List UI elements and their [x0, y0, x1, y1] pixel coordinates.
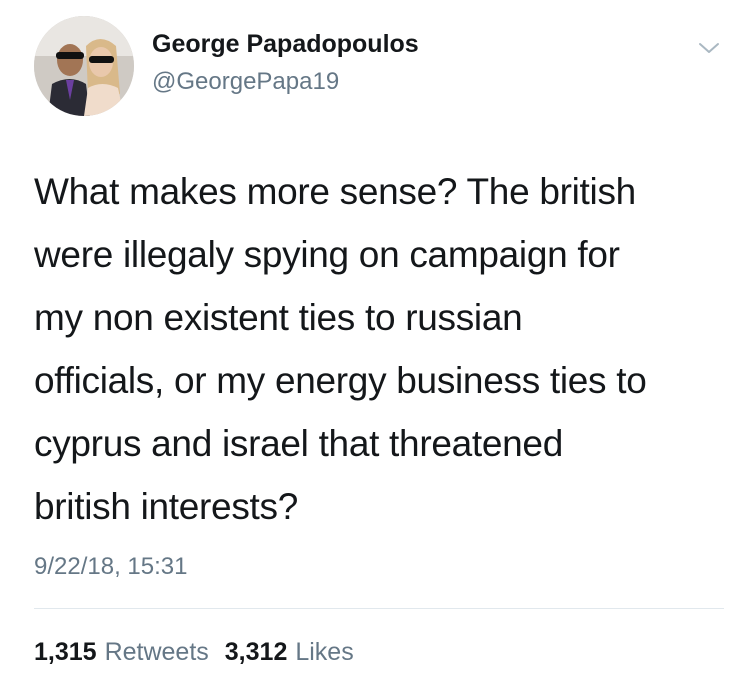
chevron-down-icon[interactable] — [697, 36, 721, 60]
retweets-count: 1,315 — [34, 638, 97, 666]
likes-stat[interactable]: 3,312 Likes — [225, 638, 354, 667]
author-display-name[interactable]: George Papadopoulos — [152, 30, 419, 59]
tweet-timestamp[interactable]: 9/22/18, 15:31 — [34, 553, 187, 581]
tweet-text: What makes more sense? The british were … — [34, 171, 647, 527]
author-handle[interactable]: @GeorgePapa19 — [152, 68, 339, 96]
divider — [34, 608, 724, 609]
profile-photo-icon — [34, 16, 134, 116]
tweet-stats: 1,315 Retweets 3,312 Likes — [34, 638, 354, 667]
retweets-stat[interactable]: 1,315 Retweets — [34, 638, 209, 667]
avatar[interactable] — [34, 16, 134, 116]
likes-count: 3,312 — [224, 638, 288, 666]
likes-label: Likes — [295, 638, 354, 666]
retweets-label: Retweets — [104, 638, 209, 666]
